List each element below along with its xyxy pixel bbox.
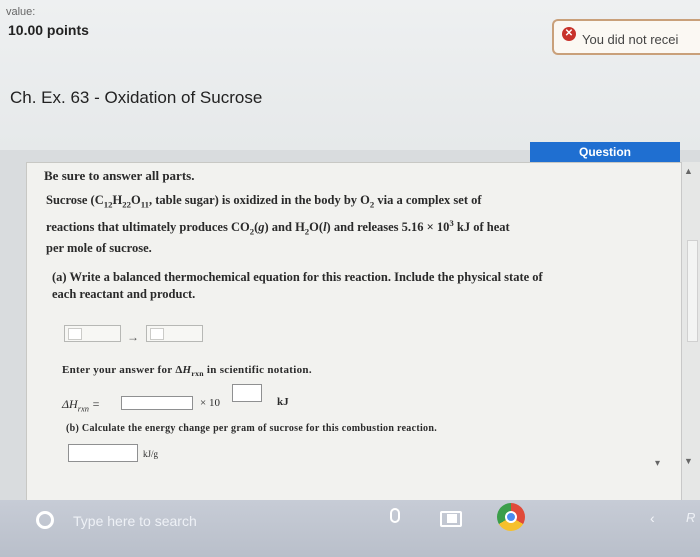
instruction-text: Be sure to answer all parts. — [44, 168, 195, 183]
sci-notation-prompt-end: in scientific notation. — [206, 364, 312, 376]
delta-h-label: ΔHrxn = — [62, 397, 100, 414]
products-input[interactable] — [146, 325, 203, 342]
part-a-line-2: each reactant and product. — [52, 287, 196, 301]
scrollbar-thumb[interactable] — [687, 240, 698, 342]
scroll-down-icon[interactable]: ▼ — [684, 456, 693, 466]
reaction-arrow: → — [127, 330, 139, 344]
points-value: 10.00 points — [8, 22, 89, 38]
chrome-center — [505, 511, 517, 523]
cortana-icon[interactable] — [36, 511, 54, 529]
alert-text: You did not recei — [582, 32, 679, 47]
system-tray-text: R — [686, 510, 696, 525]
problem-line-2: reactions that ultimately produces CO2(g… — [46, 218, 510, 237]
reactants-input[interactable] — [64, 325, 121, 342]
unit-kj-per-g: kJ/g — [143, 449, 159, 459]
problem-line-1: Sucrose (C12H22O11, table sugar) is oxid… — [46, 193, 482, 210]
times-ten-label: × 10 — [200, 397, 220, 409]
delta-h-coefficient-input[interactable] — [121, 396, 193, 410]
chevron-down-icon: ▾ — [655, 458, 661, 469]
exponent-input[interactable] — [232, 384, 262, 402]
heat-value: 5.16 — [401, 220, 424, 235]
tray-chevron-icon[interactable]: ‹ — [650, 510, 655, 526]
value-label: value: — [6, 6, 36, 18]
x-circle-icon: ✕ — [562, 27, 576, 41]
part-b-text: (b) Calculate the energy change per gram… — [66, 423, 438, 434]
taskbar-search-input[interactable]: Type here to search — [73, 513, 197, 529]
problem-line-3: per mole of sucrose. — [46, 241, 152, 255]
scroll-up-icon[interactable]: ▲ — [684, 166, 693, 176]
alert-banner[interactable]: ✕ You did not recei — [552, 19, 700, 55]
sci-notation-prompt: Enter your answer for ΔHrxn in scientifi… — [62, 364, 312, 379]
tab-question[interactable]: Question — [530, 142, 680, 162]
page-title: Ch. Ex. 63 - Oxidation of Sucrose — [10, 88, 263, 107]
kj-per-gram-input[interactable] — [68, 444, 138, 462]
microphone-icon[interactable] — [390, 508, 400, 523]
part-a-line-1: (a) Write a balanced thermochemical equa… — [52, 270, 543, 284]
task-view-inner — [447, 514, 457, 523]
unit-kj: kJ — [277, 396, 289, 408]
